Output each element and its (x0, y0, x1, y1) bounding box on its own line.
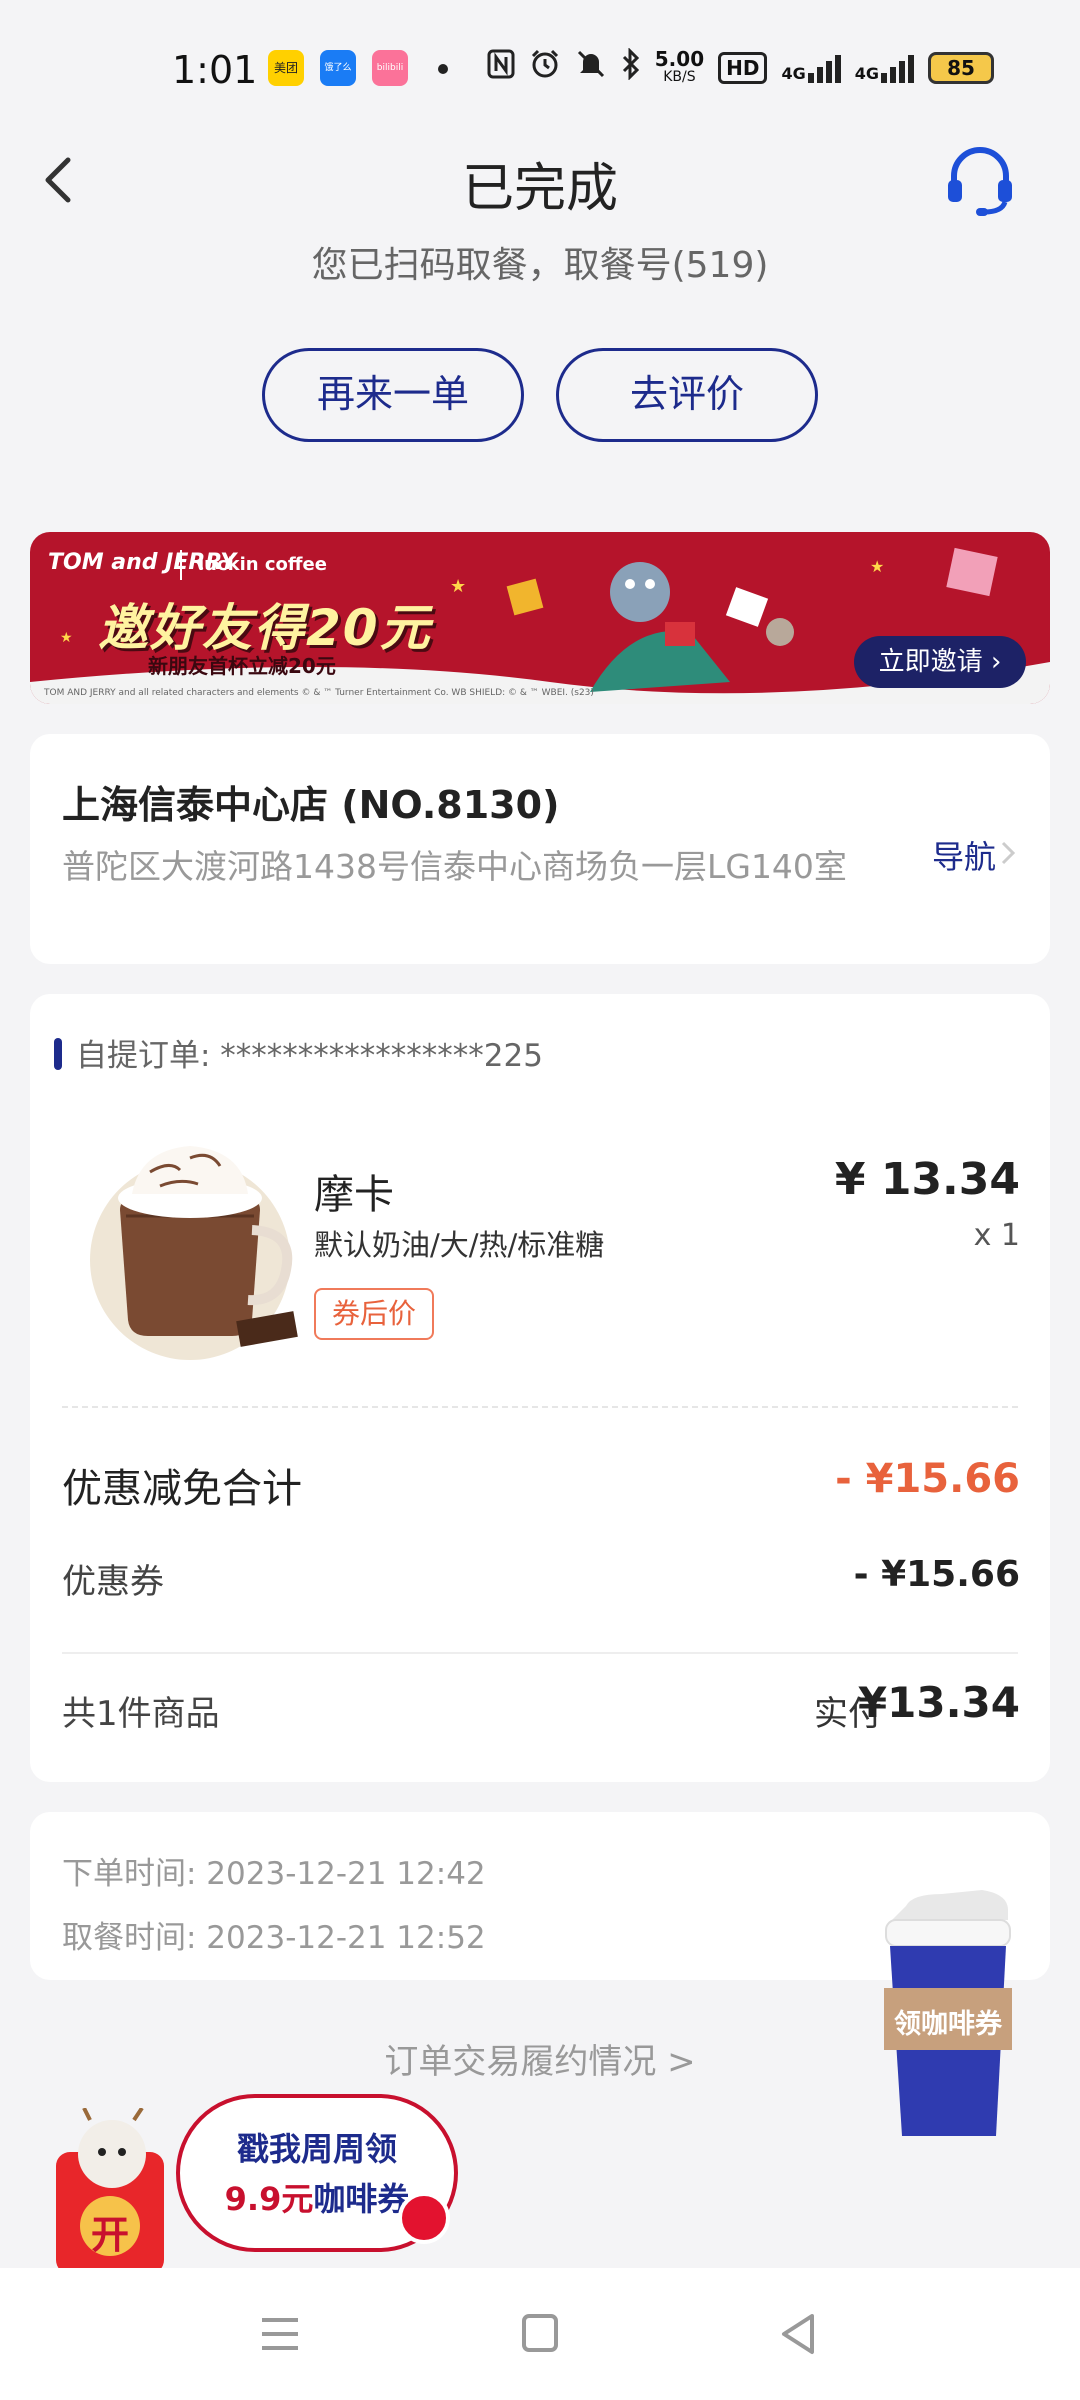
store-name: 上海信泰中心店 (NO.8130) (62, 783, 560, 827)
home-square-icon (522, 2314, 558, 2352)
discount-total-label: 优惠减免合计 (62, 1466, 302, 1512)
signal-bars-icon (881, 53, 914, 83)
order-card: 自提订单: *****************225 摩卡 默认奶油/大/热/标… (30, 994, 1050, 1782)
invite-now-label: 立即邀请 (878, 647, 983, 677)
dot-indicator (438, 64, 448, 74)
system-nav-bar (0, 2268, 1080, 2400)
signal-1: 4G (781, 53, 841, 83)
pickup-time: 取餐时间: 2023-12-21 12:52 (62, 1920, 486, 1956)
menu-button[interactable] (250, 2308, 310, 2360)
product-quantity: x 1 (973, 1218, 1020, 1253)
paid-amount: ¥13.34 (857, 1678, 1020, 1727)
home-button[interactable] (510, 2308, 570, 2360)
mocha-image (80, 1120, 320, 1360)
product-price: ¥ 13.34 (834, 1154, 1020, 1205)
order-number: 自提订单: *****************225 (76, 1038, 543, 1074)
signal-2: 4G (855, 53, 914, 83)
banner-subtitle: 新朋友首杯立减20元 (148, 654, 336, 678)
status-icons: 5.00 KB/S HD 4G 4G 85 (487, 46, 994, 87)
invite-now-button[interactable]: 立即邀请 › (854, 636, 1026, 688)
after-coupon-tag: 券后价 (314, 1288, 435, 1340)
item-count: 共1件商品 (62, 1694, 220, 1734)
product-name: 摩卡 (314, 1172, 394, 1218)
divider (62, 1652, 1018, 1654)
divider (62, 1406, 1018, 1408)
svg-text:★: ★ (60, 630, 73, 646)
luckin-logo: luckin coffee (198, 554, 327, 575)
promo-price: 9.9元 (224, 2180, 314, 2218)
back-triangle-icon (782, 2314, 814, 2354)
red-dot-icon (398, 2192, 450, 2244)
net-speed-value: 5.00 (654, 46, 705, 71)
mute-icon (575, 48, 607, 87)
chevron-right-icon (1001, 841, 1016, 865)
hd-badge: HD (718, 51, 768, 84)
bluetooth-icon (621, 47, 641, 87)
red-envelope-icon: 开 (50, 2106, 180, 2278)
signal-2-label: 4G (854, 63, 879, 83)
navigate-button[interactable]: 导航 (932, 832, 996, 878)
order-time: 下单时间: 2023-12-21 12:42 (62, 1856, 486, 1892)
discount-total-value: - ¥15.66 (835, 1456, 1020, 1502)
menu-icon (262, 2318, 298, 2350)
weekly-coupon-widget[interactable]: 开 戳我周周领 9.9元咖啡券 (50, 2088, 470, 2278)
banner-divider (180, 550, 182, 580)
store-card: 上海信泰中心店 (NO.8130) 普陀区大渡河路1438号信泰中心商场负一层L… (30, 734, 1050, 964)
store-address: 普陀区大渡河路1438号信泰中心商场负一层LG140室 (62, 847, 847, 886)
invite-banner[interactable]: ★ ★ ★ TOM and JERRY luckin coffee 邀好友得20… (30, 532, 1050, 704)
headset-icon (948, 147, 1012, 216)
page-title: 已完成 (461, 159, 618, 219)
reorder-button[interactable]: 再来一单 (262, 348, 524, 442)
svg-text:★: ★ (870, 557, 884, 576)
coupon-label: 优惠券 (62, 1562, 164, 1602)
coupon-value: - ¥15.66 (853, 1554, 1020, 1595)
promo-line-1: 戳我周周领 (236, 2130, 397, 2168)
signal-bars-icon (807, 53, 841, 83)
meituan-app-icon: 美团 (268, 50, 304, 86)
promo-coupon-text: 咖啡券 (313, 2180, 410, 2218)
battery-icon: 85 (928, 51, 994, 84)
net-speed-unit: KB/S (663, 68, 696, 85)
chevron-right-icon: › (990, 647, 1002, 677)
eleme-app-icon: 饿了么 (320, 50, 356, 86)
signal-1-label: 4G (781, 63, 806, 83)
review-button[interactable]: 去评价 (556, 348, 818, 442)
back-nav-button[interactable] (770, 2308, 830, 2360)
customer-service-button[interactable] (940, 140, 1020, 220)
status-time: 1:01 (172, 48, 258, 92)
pickup-number-text: 您已扫码取餐，取餐号(519) (311, 245, 769, 286)
product-spec: 默认奶油/大/热/标准糖 (314, 1228, 605, 1262)
coffee-coupon-widget[interactable]: 领咖啡券 (872, 1890, 1022, 2140)
nfc-icon (487, 49, 515, 86)
coffee-coupon-label: 领咖啡券 (894, 2009, 1002, 2040)
banner-legal-text: TOM AND JERRY and all related characters… (44, 688, 594, 698)
open-char: 开 (90, 2213, 129, 2257)
net-speed: 5.00 KB/S (654, 46, 705, 86)
section-marker (54, 1038, 62, 1070)
bilibili-app-icon: bilibili (372, 50, 408, 86)
status-bar: 1:01 美团 饿了么 bilibili 5.00 KB/S HD 4G 4G … (0, 0, 1080, 140)
alarm-icon (529, 48, 561, 87)
svg-text:★: ★ (450, 576, 466, 597)
